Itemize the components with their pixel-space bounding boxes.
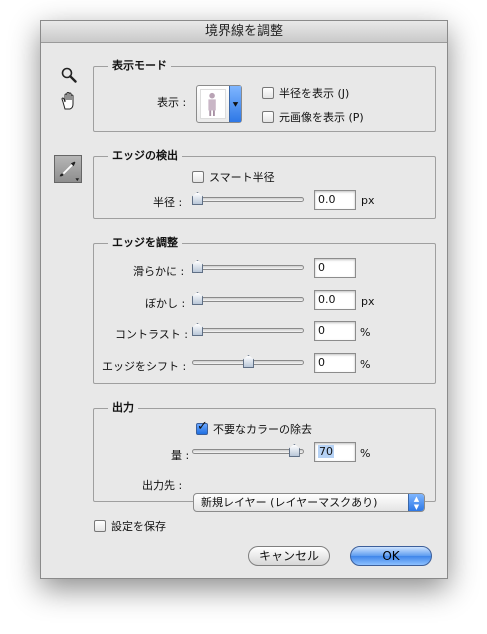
- contrast-unit: %: [360, 326, 371, 339]
- ok-button[interactable]: OK: [350, 546, 432, 566]
- show-original-box[interactable]: [262, 111, 274, 123]
- adjust-edge-group: エッジを調整 滑らかに : 0 ぼかし : 0.0 px コントラスト : 0 …: [93, 236, 436, 384]
- zoom-icon[interactable]: [61, 67, 77, 83]
- shift-edge-slider-thumb[interactable]: [243, 355, 254, 368]
- smart-radius-checkbox[interactable]: スマート半径: [192, 169, 275, 185]
- smart-radius-box[interactable]: [192, 171, 204, 183]
- refine-edge-dialog: 境界線を調整 表示モード 表示 : 半径を表示 (J) 元画像を表示 (P) エ…: [40, 20, 448, 579]
- edge-detection-title: エッジの検出: [108, 149, 182, 163]
- decontaminate-checkbox[interactable]: ✓ 不要なカラーの除去: [196, 419, 312, 437]
- amount-unit: %: [360, 447, 371, 460]
- decontaminate-label: 不要なカラーの除去: [213, 423, 312, 436]
- feather-slider-thumb[interactable]: [192, 292, 203, 305]
- shift-edge-unit: %: [360, 358, 371, 371]
- remember-settings-box[interactable]: [94, 520, 106, 532]
- smooth-slider-thumb[interactable]: [192, 260, 203, 273]
- show-radius-label: 半径を表示 (J): [279, 87, 350, 100]
- smart-radius-label: スマート半径: [209, 171, 275, 184]
- amount-label: 量 :: [171, 449, 190, 462]
- show-original-checkbox[interactable]: 元画像を表示 (P): [262, 109, 364, 125]
- refine-radius-brush-icon[interactable]: [54, 155, 82, 183]
- feather-input[interactable]: 0.0: [314, 290, 356, 310]
- stepper-arrows-icon: ▲ ▼: [408, 494, 424, 511]
- preview-thumbnail-icon: [200, 89, 226, 119]
- shift-edge-label: エッジをシフト :: [102, 360, 187, 373]
- radius-slider-thumb[interactable]: [192, 192, 203, 205]
- remember-settings-label: 設定を保存: [111, 520, 166, 533]
- output-to-value: 新規レイヤー (レイヤーマスクあり): [201, 496, 378, 509]
- view-label: 表示 :: [157, 96, 187, 109]
- hand-icon[interactable]: [59, 91, 79, 111]
- smooth-label: 滑らかに :: [133, 265, 185, 278]
- edge-detection-group: エッジの検出 スマート半径 半径 : 0.0 px: [93, 149, 436, 219]
- amount-input[interactable]: 70: [314, 442, 356, 462]
- radius-label: 半径 :: [153, 196, 183, 209]
- chevron-down-icon: [229, 86, 241, 122]
- cancel-button[interactable]: キャンセル: [248, 546, 330, 566]
- amount-value: 70: [318, 445, 334, 458]
- contrast-slider[interactable]: [192, 323, 304, 337]
- feather-slider[interactable]: [192, 292, 304, 306]
- output-to-select[interactable]: 新規レイヤー (レイヤーマスクあり) ▲ ▼: [193, 493, 425, 512]
- remember-settings-checkbox[interactable]: 設定を保存: [94, 518, 166, 534]
- shift-edge-input[interactable]: 0: [314, 353, 356, 373]
- output-title: 出力: [108, 401, 138, 415]
- contrast-input[interactable]: 0: [314, 321, 356, 341]
- smooth-slider[interactable]: [192, 260, 304, 274]
- show-original-label: 元画像を表示 (P): [279, 111, 364, 124]
- checkmark-icon: ✓: [197, 419, 208, 434]
- feather-label: ぼかし :: [145, 297, 186, 310]
- output-group: 出力 ✓ 不要なカラーの除去 量 : 70 % 出力先 :: [93, 401, 436, 502]
- contrast-slider-thumb[interactable]: [192, 323, 203, 336]
- amount-slider[interactable]: [192, 444, 304, 458]
- radius-input[interactable]: 0.0: [314, 190, 356, 210]
- show-radius-box[interactable]: [262, 87, 274, 99]
- feather-unit: px: [361, 295, 375, 308]
- adjust-edge-title: エッジを調整: [108, 236, 182, 250]
- view-mode-group: 表示モード 表示 : 半径を表示 (J) 元画像を表示 (P): [93, 59, 436, 132]
- shift-edge-slider[interactable]: [192, 355, 304, 369]
- amount-slider-thumb[interactable]: [288, 444, 300, 457]
- smooth-input[interactable]: 0: [314, 258, 356, 278]
- radius-slider[interactable]: [192, 192, 304, 206]
- output-to-label: 出力先 :: [142, 479, 183, 492]
- decontaminate-box[interactable]: ✓: [196, 419, 208, 435]
- show-radius-checkbox[interactable]: 半径を表示 (J): [262, 85, 349, 101]
- view-mode-picker[interactable]: [196, 85, 242, 123]
- view-mode-title: 表示モード: [108, 59, 171, 73]
- dialog-title: 境界線を調整: [41, 21, 447, 43]
- contrast-label: コントラスト :: [115, 328, 188, 341]
- radius-unit: px: [361, 194, 375, 207]
